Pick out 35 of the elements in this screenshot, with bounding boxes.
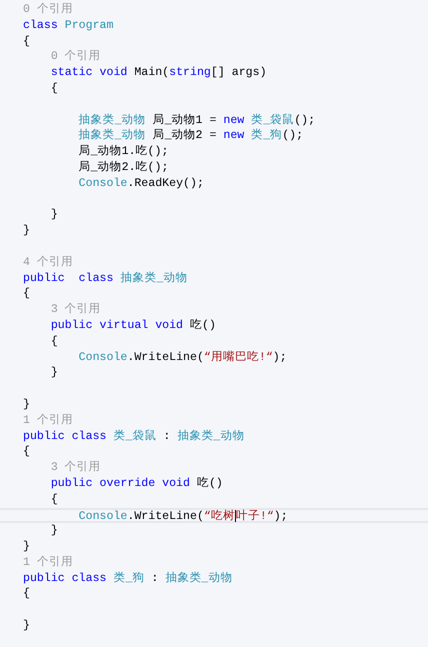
code-line: { bbox=[50, 80, 58, 97]
code-line: { bbox=[23, 586, 30, 602]
code-line: 局_动物2.吃(); bbox=[78, 160, 168, 176]
code-line: } bbox=[50, 523, 58, 540]
code-line: 抽象类_动物 局_动物2 = new 类_狗(); bbox=[78, 128, 304, 144]
code-line: public class 类_狗 : 抽象类_动物 bbox=[23, 570, 232, 586]
code-line: } bbox=[23, 396, 30, 413]
code-line: public override void 吃() bbox=[50, 476, 223, 492]
reference-count[interactable]: 3 个引用 bbox=[23, 302, 101, 318]
code-line: { bbox=[23, 286, 30, 302]
code-line: Console.WriteLine(“用嘴巴吃!“); bbox=[78, 350, 287, 366]
code-line: } bbox=[50, 207, 58, 224]
code-line: public virtual void 吃() bbox=[50, 318, 216, 334]
reference-count[interactable]: 1 个引用 bbox=[23, 554, 73, 571]
code-line: } bbox=[50, 365, 58, 382]
code-line: static void Main(string[] args) bbox=[50, 65, 267, 81]
code-line: 抽象类_动物 局_动物1 = new 类_袋鼠(); bbox=[78, 112, 316, 128]
code-line: } bbox=[23, 539, 30, 555]
reference-count[interactable]: 4 个引用 bbox=[23, 254, 73, 271]
code-line: 局_动物1.吃(); bbox=[78, 144, 168, 160]
code-line: public class 类_袋鼠 : 抽象类_动物 bbox=[23, 428, 244, 444]
code-line: { bbox=[50, 334, 58, 350]
code-line: } bbox=[23, 618, 30, 634]
code-line: } bbox=[23, 223, 30, 239]
code-line: Console.ReadKey(); bbox=[78, 176, 204, 192]
reference-count[interactable]: 0 个引用 bbox=[23, 2, 73, 18]
code-line: { bbox=[23, 444, 30, 460]
reference-count[interactable]: 1 个引用 bbox=[23, 412, 73, 429]
code-line: Console.WriteLine(“吃树 叶子!“); bbox=[78, 510, 288, 522]
reference-count[interactable]: 0 个引用 bbox=[23, 49, 101, 66]
code-line: public class 抽象类_动物 bbox=[23, 270, 188, 286]
code-line: { bbox=[23, 34, 30, 50]
code-line: class Program bbox=[23, 18, 114, 34]
code-line: { bbox=[50, 492, 58, 508]
reference-count[interactable]: 3 个引用 bbox=[23, 460, 101, 476]
